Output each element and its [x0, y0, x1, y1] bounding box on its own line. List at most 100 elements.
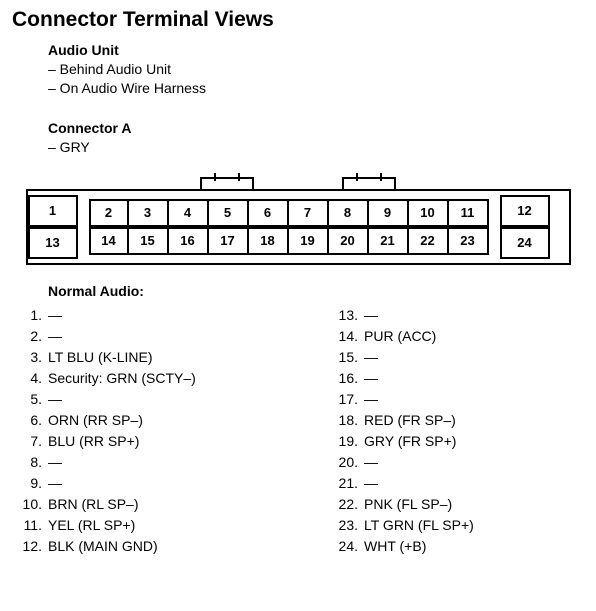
- pin-definition-row: 15.—: [328, 347, 584, 368]
- pin-number: 3.: [12, 347, 42, 368]
- pin-definition-row: 11. YEL (RL SP+): [12, 515, 298, 536]
- normal-audio-heading: Normal Audio:: [48, 283, 584, 299]
- pin-number: 18.: [328, 410, 358, 431]
- pin-value: —: [364, 473, 584, 494]
- pin-cell: 12: [500, 195, 550, 227]
- pin-definition-row: 17. —: [328, 389, 584, 410]
- pin-number: 11.: [12, 515, 42, 536]
- pin-value: WHT (+B): [364, 536, 584, 557]
- pin-value: —: [48, 326, 298, 347]
- pin-value: —: [364, 368, 584, 389]
- pin-value: ORN (RR SP–): [48, 410, 298, 431]
- pin-cell: 9: [369, 199, 409, 227]
- pin-number: 20.: [328, 452, 358, 473]
- pin-value: PNK (FL SP–): [364, 494, 584, 515]
- pin-cell: 1: [28, 195, 78, 227]
- pin-value: LT GRN (FL SP+): [364, 515, 584, 536]
- pin-value: BRN (RL SP–): [48, 494, 298, 515]
- pin-value: —: [48, 452, 298, 473]
- pin-definition-row: 12. BLK (MAIN GND): [12, 536, 298, 557]
- audio-unit-heading: Audio Unit: [48, 42, 584, 58]
- pin-number: 17.: [328, 389, 358, 410]
- pin-number: 9.: [12, 473, 42, 494]
- pin-definition-row: 8. —: [12, 452, 298, 473]
- pin-cell: 18: [249, 227, 289, 255]
- connector-body: 1 2 3 4 5 6 7 8 9 10 11 12 13 14 15: [26, 189, 571, 265]
- pin-definition-row: 2. —: [12, 326, 298, 347]
- pin-cell: 3: [129, 199, 169, 227]
- audio-unit-note-2: – On Audio Wire Harness: [48, 79, 584, 98]
- pin-cell: 4: [169, 199, 209, 227]
- pin-number: 12.: [12, 536, 42, 557]
- pin-value: RED (FR SP–): [364, 410, 584, 431]
- connector-notch: [200, 177, 254, 189]
- connector-notch: [342, 177, 396, 189]
- pin-number: 7.: [12, 431, 42, 452]
- pin-definition-row: 10. BRN (RL SP–): [12, 494, 298, 515]
- pin-cell: 5: [209, 199, 249, 227]
- pin-cell: 10: [409, 199, 449, 227]
- pin-number: 4.: [12, 368, 42, 389]
- pin-definition-row: 22. PNK (FL SP–): [328, 494, 584, 515]
- pin-definition-row: 6. ORN (RR SP–): [12, 410, 298, 431]
- audio-unit-section: Audio Unit – Behind Audio Unit – On Audi…: [48, 42, 584, 157]
- pin-value: —: [364, 305, 584, 326]
- pin-number: 22.: [328, 494, 358, 515]
- pin-value: BLK (MAIN GND): [48, 536, 298, 557]
- pin-cell: 15: [129, 227, 169, 255]
- pin-column-left: 1.—2.—3.LT BLU (K-LINE)4.Security: GRN (…: [12, 305, 298, 557]
- connector-a-color: – GRY: [48, 138, 584, 157]
- pin-row-2: 13 14 15 16 17 18 19 20 21 22 23 24: [28, 227, 569, 263]
- pin-definition-row: 4. Security: GRN (SCTY–): [12, 368, 298, 389]
- pin-cell: 24: [500, 227, 550, 259]
- pin-cell: 16: [169, 227, 209, 255]
- pin-value: PUR (ACC): [364, 326, 584, 347]
- pin-value: BLU (RR SP+): [48, 431, 298, 452]
- pin-column-right: 13.—14.PUR (ACC)15.—16.—17.—18.RED (FR S…: [298, 305, 584, 557]
- pin-value: LT BLU (K-LINE): [48, 347, 298, 368]
- connector-a-heading: Connector A: [48, 120, 584, 136]
- pin-definition-row: 13. —: [328, 305, 584, 326]
- connector-diagram: 1 2 3 4 5 6 7 8 9 10 11 12 13 14 15: [26, 177, 571, 265]
- pin-definition-row: 19. GRY (FR SP+): [328, 431, 584, 452]
- pin-cell: 6: [249, 199, 289, 227]
- pin-number: 13.: [328, 305, 358, 326]
- pin-number: 19.: [328, 431, 358, 452]
- audio-unit-note-1: – Behind Audio Unit: [48, 60, 584, 79]
- connector-a-section: Connector A – GRY: [48, 120, 584, 157]
- pin-value: GRY (FR SP+): [364, 431, 584, 452]
- pin-definition-row: 23. LT GRN (FL SP+): [328, 515, 584, 536]
- pin-number: 8.: [12, 452, 42, 473]
- pin-definition-row: 5.—: [12, 389, 298, 410]
- pin-definition-row: 9. —: [12, 473, 298, 494]
- connector-notches: [26, 177, 571, 189]
- pin-number: 21.: [328, 473, 358, 494]
- pin-number: 15.: [328, 347, 358, 368]
- pin-number: 16.: [328, 368, 358, 389]
- pin-number: 2.: [12, 326, 42, 347]
- pin-cell: 22: [409, 227, 449, 255]
- pin-cell: 8: [329, 199, 369, 227]
- pin-value: —: [48, 473, 298, 494]
- pin-definition-row: 3. LT BLU (K-LINE): [12, 347, 298, 368]
- pin-cell: 20: [329, 227, 369, 255]
- pin-value: YEL (RL SP+): [48, 515, 298, 536]
- pin-cell: 21: [369, 227, 409, 255]
- pin-cell: 19: [289, 227, 329, 255]
- pin-value: Security: GRN (SCTY–): [48, 368, 298, 389]
- pin-cell: 11: [449, 199, 489, 227]
- pin-number: 10.: [12, 494, 42, 515]
- pin-cell: 23: [449, 227, 489, 255]
- pin-cell: 14: [89, 227, 129, 255]
- pin-number: 23.: [328, 515, 358, 536]
- pin-cell: 17: [209, 227, 249, 255]
- pin-row-1: 1 2 3 4 5 6 7 8 9 10 11 12: [28, 191, 569, 227]
- pin-definition-columns: 1.—2.—3.LT BLU (K-LINE)4.Security: GRN (…: [12, 305, 584, 557]
- pin-number: 6.: [12, 410, 42, 431]
- pin-definition-row: 14. PUR (ACC): [328, 326, 584, 347]
- pin-cell: 7: [289, 199, 329, 227]
- page-title: Connector Terminal Views: [12, 8, 584, 32]
- pin-value: —: [364, 389, 584, 410]
- pin-definition-row: 16. —: [328, 368, 584, 389]
- pin-number: 14.: [328, 326, 358, 347]
